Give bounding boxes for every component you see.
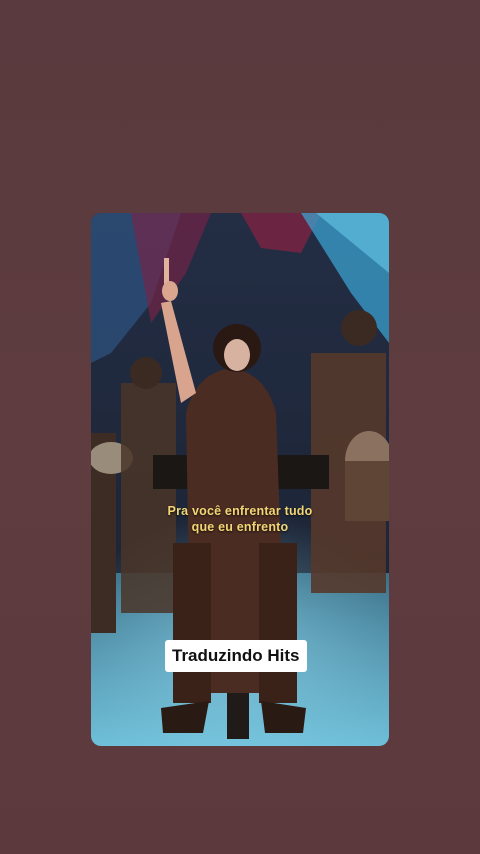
brand-label: Traduzindo Hits (165, 640, 307, 672)
subtitle-line-2: que eu enfrento (191, 520, 289, 534)
subtitle: Pra você enfrentar tudo que eu enfrento (91, 503, 389, 535)
subtitle-line-1: Pra você enfrentar tudo (167, 504, 313, 518)
video-card[interactable]: Pra você enfrentar tudo que eu enfrento … (91, 213, 389, 746)
